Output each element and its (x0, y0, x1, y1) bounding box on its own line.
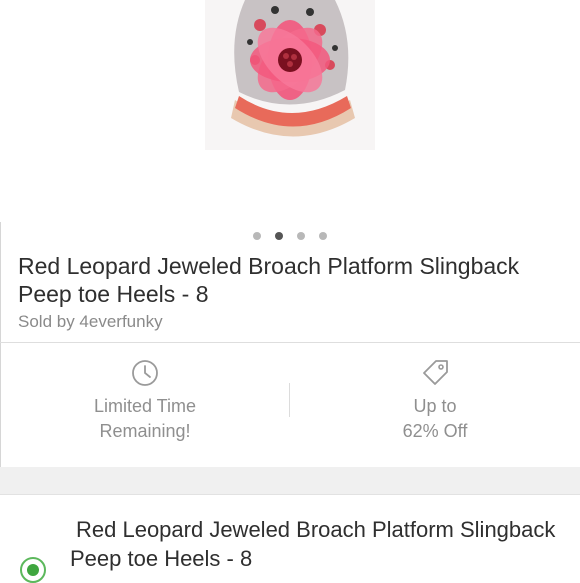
tag-icon (423, 360, 448, 385)
carousel-dot[interactable] (297, 232, 305, 240)
product-image-carousel[interactable] (0, 0, 580, 222)
time-label-line1: Limited Time (93, 396, 197, 416)
time-label-line2: Remaining! (99, 421, 191, 441)
listing-title: Red Leopard Jeweled Broach Platform Slin… (18, 253, 520, 307)
carousel-dot[interactable] (319, 232, 327, 240)
discount-block: Up to 62% Off (290, 343, 580, 466)
clock-icon (132, 360, 158, 386)
promo-info-row: Limited Time Remaining! Up to 62% Off (0, 343, 580, 466)
carousel-dot[interactable] (253, 232, 261, 240)
carousel-dot-active[interactable] (275, 232, 283, 240)
product-photo (205, 0, 375, 150)
seller-label[interactable]: Sold by 4everfunky (18, 312, 163, 332)
time-remaining-text: Limited Time Remaining! (0, 394, 290, 444)
section-spacer (0, 467, 580, 495)
selected-item-title: Red Leopard Jeweled Broach Platform Slin… (70, 517, 556, 571)
selected-item-row[interactable]: Red Leopard Jeweled Broach Platform Slin… (0, 495, 580, 583)
time-remaining-block: Limited Time Remaining! (0, 343, 290, 466)
item-radio-button[interactable] (20, 557, 46, 583)
carousel-indicators (0, 232, 580, 240)
radio-selected-dot (27, 564, 39, 576)
discount-text: Up to 62% Off (290, 394, 580, 444)
discount-line2: 62% Off (402, 421, 468, 441)
discount-line1: Up to (413, 396, 457, 416)
